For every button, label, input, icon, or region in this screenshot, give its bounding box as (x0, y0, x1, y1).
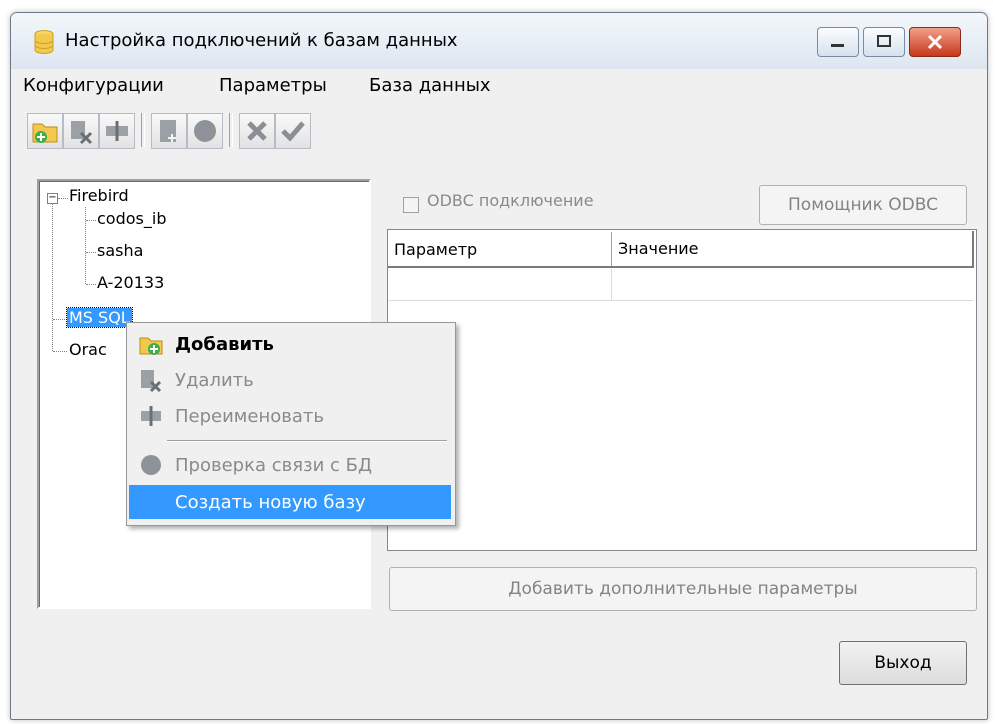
maximize-icon (877, 35, 891, 47)
new-database-icon (160, 120, 176, 142)
column-header-value[interactable]: Значение (611, 231, 974, 268)
minimize-icon (831, 44, 844, 47)
context-menu-label: Удалить (175, 369, 254, 391)
new-database-button[interactable] (151, 113, 187, 149)
context-menu-label: Проверка связи с БД (175, 454, 373, 476)
tree-node-firebird[interactable]: Firebird (69, 186, 129, 205)
context-menu-create-database[interactable]: Создать новую базу (129, 485, 451, 519)
tree-connector (86, 252, 96, 253)
context-menu-label: Добавить (175, 333, 274, 355)
empty-icon-slot (139, 490, 163, 514)
context-menu: Добавить Удалить Переименовать Проверка … (126, 322, 456, 526)
add-extra-params-button[interactable]: Добавить дополнительные параметры (389, 567, 977, 611)
tree-node-a20133[interactable]: A-20133 (97, 273, 164, 292)
tree-connector (58, 198, 68, 199)
folder-add-icon (32, 123, 58, 143)
exit-button[interactable]: Выход (839, 641, 967, 685)
tree-node-ms-sql[interactable]: MS SQL (66, 307, 133, 328)
close-button[interactable] (909, 27, 961, 57)
rename-icon (106, 121, 128, 141)
odbc-helper-button[interactable]: Помощник ODBC (759, 185, 967, 225)
title-bar[interactable]: Настройка подключений к базам данных (11, 13, 987, 69)
tree-node-sasha[interactable]: sasha (97, 241, 143, 260)
window-title: Настройка подключений к базам данных (65, 30, 458, 51)
parameters-grid[interactable]: Параметр Значение (387, 229, 977, 551)
checkmark-icon (281, 121, 305, 142)
tree-connector (85, 207, 86, 284)
cross-icon (247, 121, 267, 141)
apply-button[interactable] (275, 113, 311, 149)
toolbar-separator (229, 113, 233, 147)
minimize-button[interactable] (817, 27, 859, 57)
odbc-checkbox[interactable] (403, 197, 419, 213)
menu-separator (167, 440, 447, 442)
tree-connector (86, 284, 96, 285)
rename-button[interactable] (99, 113, 135, 149)
table-cell[interactable] (388, 267, 612, 301)
tree-connector (53, 351, 67, 352)
menu-parameters[interactable]: Параметры (219, 75, 327, 96)
tree-connector (86, 220, 96, 221)
menu-bar: Конфигурации Параметры База данных (11, 69, 987, 103)
context-menu-delete[interactable]: Удалить (129, 363, 451, 397)
toolbar (11, 105, 987, 161)
table-row[interactable] (388, 267, 973, 301)
table-cell[interactable] (611, 267, 973, 301)
database-icon (34, 30, 54, 54)
menu-database[interactable]: База данных (369, 75, 491, 96)
delete-db-icon (71, 121, 93, 145)
tree-connector (53, 319, 67, 320)
context-menu-label: Создать новую базу (175, 491, 366, 513)
close-icon (927, 34, 943, 50)
delete-db-icon (139, 368, 163, 392)
column-header-parameter[interactable]: Параметр (388, 230, 612, 268)
menu-configurations[interactable]: Конфигурации (23, 75, 164, 96)
toolbar-separator (141, 113, 145, 147)
rename-icon (139, 404, 163, 428)
check-connection-button[interactable] (187, 113, 223, 149)
tree-node-codos-ib[interactable]: codos_ib (97, 209, 166, 228)
maximize-button[interactable] (863, 27, 905, 57)
cancel-button[interactable] (239, 113, 275, 149)
connection-check-icon (194, 120, 216, 142)
tree-node-oracle[interactable]: Orac (69, 340, 107, 359)
context-menu-label: Переименовать (175, 405, 324, 427)
context-menu-add[interactable]: Добавить (129, 327, 451, 361)
context-menu-check-connection[interactable]: Проверка связи с БД (129, 448, 451, 482)
context-menu-rename[interactable]: Переименовать (129, 399, 451, 433)
tree-connector (52, 203, 53, 351)
odbc-checkbox-label: ODBC подключение (427, 191, 594, 210)
connection-check-icon (139, 453, 163, 477)
add-button[interactable] (27, 113, 63, 149)
folder-add-icon (139, 332, 163, 356)
delete-button[interactable] (63, 113, 99, 149)
